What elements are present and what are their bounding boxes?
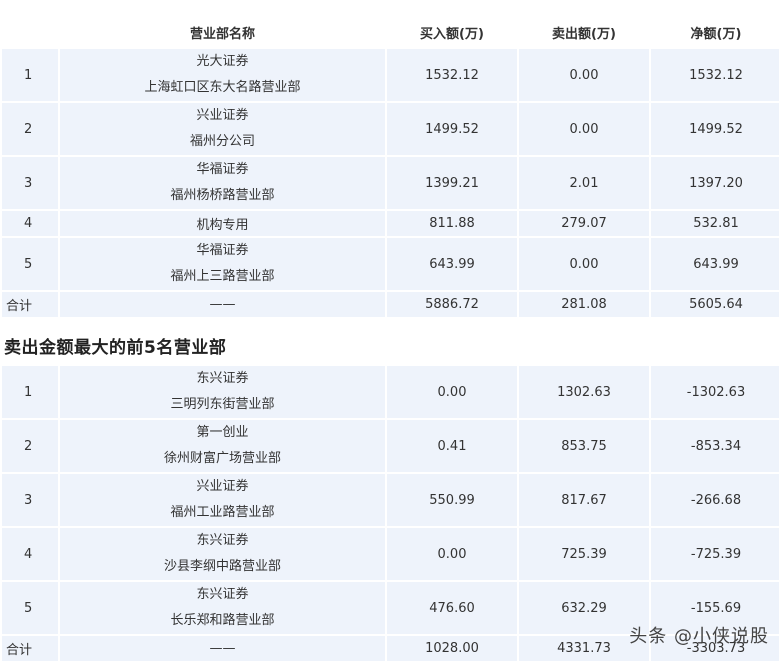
row-rank: 4 [2, 528, 58, 580]
row-buy: 0.41 [387, 420, 517, 472]
table-row: 1 东兴证券 三明列东街营业部 0.00 1302.63 -1302.63 [2, 366, 779, 418]
header-sell-amount: 卖出额(万) [519, 17, 649, 47]
row-branch-name: 兴业证券 福州工业路营业部 [60, 474, 385, 526]
broker-name: 华福证券 [196, 162, 249, 177]
total-sell: 281.08 [519, 292, 649, 317]
sell-section-title: 卖出金额最大的前5名营业部 [4, 338, 227, 358]
row-buy: 643.99 [387, 238, 517, 290]
branch-name: 长乐郑和路营业部 [170, 613, 275, 628]
broker-name: 兴业证券 [196, 108, 249, 123]
row-net: 1397.20 [651, 157, 779, 209]
row-rank: 5 [2, 582, 58, 634]
table-row: 5 华福证券 福州上三路营业部 643.99 0.00 643.99 [2, 238, 779, 290]
total-row: 合计 —— 5886.72 281.08 5605.64 [2, 292, 779, 317]
row-net: 643.99 [651, 238, 779, 290]
sell-top5-table: 1 东兴证券 三明列东街营业部 0.00 1302.63 -1302.63 2 … [0, 364, 779, 663]
row-branch-name: 第一创业 徐州财富广场营业部 [60, 420, 385, 472]
row-buy: 550.99 [387, 474, 517, 526]
row-rank: 3 [2, 157, 58, 209]
table-row: 2 第一创业 徐州财富广场营业部 0.41 853.75 -853.34 [2, 420, 779, 472]
row-branch-name: 兴业证券 福州分公司 [60, 103, 385, 155]
table-row: 1 光大证券 上海虹口区东大名路营业部 1532.12 0.00 1532.12 [2, 49, 779, 101]
branch-name: 福州分公司 [189, 134, 255, 149]
row-rank: 5 [2, 238, 58, 290]
row-buy: 0.00 [387, 366, 517, 418]
branch-name: 福州杨桥路营业部 [170, 188, 275, 203]
broker-name: 第一创业 [196, 425, 249, 440]
row-branch-name: 东兴证券 三明列东街营业部 [60, 366, 385, 418]
total-label: 合计 [2, 292, 58, 317]
row-buy: 1499.52 [387, 103, 517, 155]
branch-name: 福州上三路营业部 [170, 269, 275, 284]
row-rank: 4 [2, 211, 58, 236]
table-header-row: 营业部名称 买入额(万) 卖出额(万) 净额(万) [2, 17, 779, 47]
row-branch-name: 光大证券 上海虹口区东大名路营业部 [60, 49, 385, 101]
row-sell: 725.39 [519, 528, 649, 580]
table-row: 3 兴业证券 福州工业路营业部 550.99 817.67 -266.68 [2, 474, 779, 526]
broker-name: 东兴证券 [196, 587, 249, 602]
row-net: -725.39 [651, 528, 779, 580]
row-net: -1302.63 [651, 366, 779, 418]
row-buy: 0.00 [387, 528, 517, 580]
branch-name: 三明列东街营业部 [170, 397, 275, 412]
buy-top5-table: 营业部名称 买入额(万) 卖出额(万) 净额(万) 1 光大证券 上海虹口区东大… [0, 15, 779, 319]
broker-name: 兴业证券 [196, 479, 249, 494]
row-buy: 811.88 [387, 211, 517, 236]
broker-name: 光大证券 [196, 54, 249, 69]
table-row: 2 兴业证券 福州分公司 1499.52 0.00 1499.52 [2, 103, 779, 155]
table-row: 4 东兴证券 沙县李纲中路营业部 0.00 725.39 -725.39 [2, 528, 779, 580]
row-rank: 1 [2, 49, 58, 101]
row-net: 532.81 [651, 211, 779, 236]
row-sell: 279.07 [519, 211, 649, 236]
row-net: 1532.12 [651, 49, 779, 101]
row-sell: 0.00 [519, 103, 649, 155]
broker-name: 东兴证券 [196, 371, 249, 386]
broker-name: 东兴证券 [196, 533, 249, 548]
row-net: -853.34 [651, 420, 779, 472]
row-branch-name: 东兴证券 长乐郑和路营业部 [60, 582, 385, 634]
broker-name: 华福证券 [196, 243, 249, 258]
row-buy: 1532.12 [387, 49, 517, 101]
branch-name: 徐州财富广场营业部 [163, 451, 281, 466]
row-branch-name: 华福证券 福州上三路营业部 [60, 238, 385, 290]
branch-name: 福州工业路营业部 [170, 505, 275, 520]
table-row: 4 机构专用 811.88 279.07 532.81 [2, 211, 779, 236]
row-net: 1499.52 [651, 103, 779, 155]
header-net-amount: 净额(万) [651, 17, 779, 47]
row-rank: 2 [2, 103, 58, 155]
header-branch-name: 营业部名称 [60, 17, 385, 47]
total-buy: 5886.72 [387, 292, 517, 317]
header-buy-amount: 买入额(万) [387, 17, 517, 47]
row-branch-name: 华福证券 福州杨桥路营业部 [60, 157, 385, 209]
branch-name: 沙县李纲中路营业部 [163, 559, 281, 574]
row-branch-name: 机构专用 [60, 211, 385, 236]
row-rank: 1 [2, 366, 58, 418]
table-row: 3 华福证券 福州杨桥路营业部 1399.21 2.01 1397.20 [2, 157, 779, 209]
total-buy: 1028.00 [387, 636, 517, 661]
total-name: —— [60, 292, 385, 317]
total-name: —— [60, 636, 385, 661]
row-sell: 2.01 [519, 157, 649, 209]
row-sell: 853.75 [519, 420, 649, 472]
row-buy: 1399.21 [387, 157, 517, 209]
row-sell: 1302.63 [519, 366, 649, 418]
row-buy: 476.60 [387, 582, 517, 634]
row-sell: 0.00 [519, 238, 649, 290]
row-net: -266.68 [651, 474, 779, 526]
header-rank [2, 17, 58, 47]
row-sell: 0.00 [519, 49, 649, 101]
branch-name: 上海虹口区东大名路营业部 [144, 80, 301, 95]
total-net: 5605.64 [651, 292, 779, 317]
total-label: 合计 [2, 636, 58, 661]
row-sell: 817.67 [519, 474, 649, 526]
row-branch-name: 东兴证券 沙县李纲中路营业部 [60, 528, 385, 580]
watermark: 头条 @小侠说股 [629, 626, 769, 647]
row-rank: 2 [2, 420, 58, 472]
row-rank: 3 [2, 474, 58, 526]
